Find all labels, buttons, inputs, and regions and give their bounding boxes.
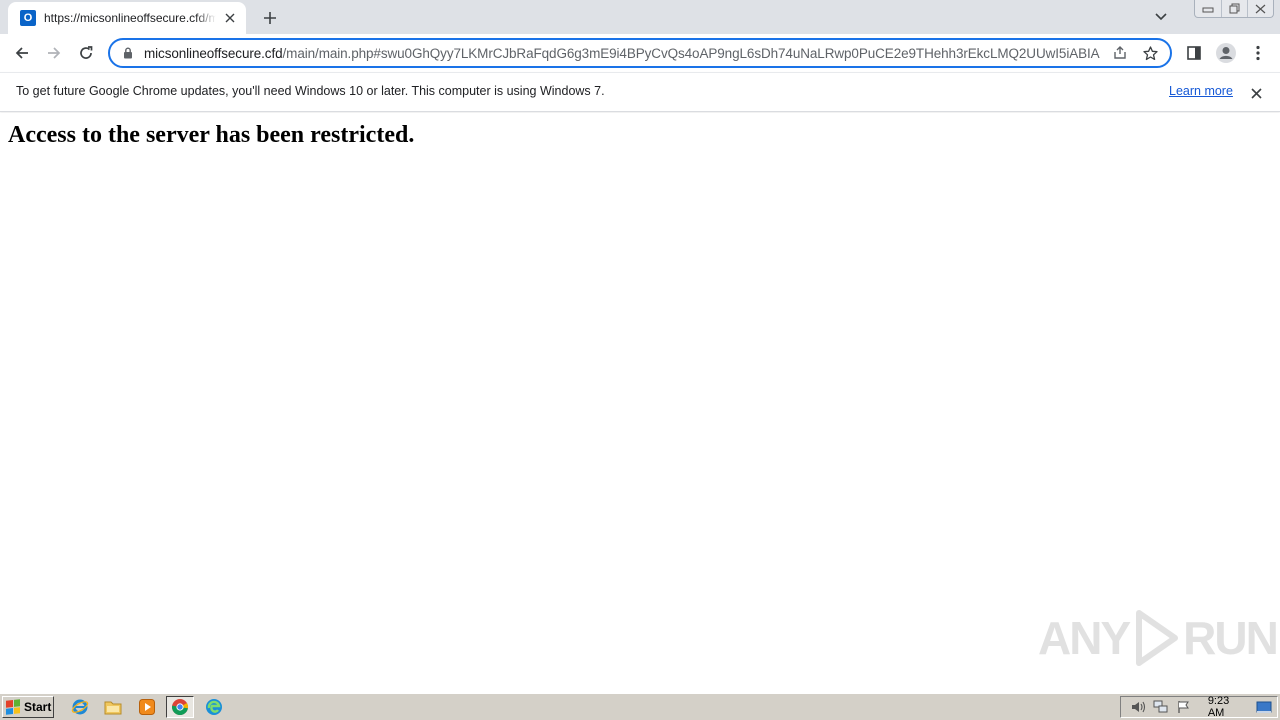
- side-panel-button[interactable]: [1180, 39, 1208, 67]
- play-icon: [1136, 610, 1179, 666]
- window-controls: [1194, 0, 1274, 18]
- taskbar-clock[interactable]: 9:23 AM: [1208, 695, 1246, 719]
- anyrun-watermark: ANY RUN: [1038, 609, 1279, 667]
- start-button[interactable]: Start: [2, 696, 54, 718]
- kebab-menu-icon: [1256, 45, 1260, 61]
- forward-button[interactable]: [40, 39, 68, 67]
- url-host: micsonlineoffsecure.cfd: [144, 45, 283, 61]
- minimize-button[interactable]: [1195, 0, 1221, 17]
- address-bar[interactable]: micsonlineoffsecure.cfd/main/main.php#sw…: [108, 38, 1172, 68]
- show-desktop-icon[interactable]: [1254, 699, 1273, 715]
- minimize-icon: [1202, 7, 1214, 12]
- windows-logo-icon: [6, 699, 20, 715]
- page-content: Access to the server has been restricted…: [0, 113, 1280, 693]
- bookmark-star-icon[interactable]: [1138, 41, 1162, 65]
- tab-search-button[interactable]: [1150, 6, 1172, 28]
- restore-button[interactable]: [1221, 0, 1247, 17]
- close-window-button[interactable]: [1247, 0, 1273, 17]
- tab-strip: O https://micsonlineoffsecure.cfd/main/m…: [0, 0, 1280, 34]
- browser-toolbar: micsonlineoffsecure.cfd/main/main.php#sw…: [0, 34, 1280, 72]
- avatar-icon: [1216, 43, 1236, 63]
- edge-taskbar-button[interactable]: [200, 696, 228, 718]
- system-tray: 9:23 AM: [1120, 695, 1278, 719]
- profile-button[interactable]: [1212, 39, 1240, 67]
- back-button[interactable]: [8, 39, 36, 67]
- new-tab-button[interactable]: [258, 6, 282, 30]
- volume-icon[interactable]: [1129, 699, 1148, 715]
- network-icon[interactable]: [1152, 699, 1171, 715]
- share-icon[interactable]: [1108, 41, 1132, 65]
- infobar-close-icon[interactable]: [1246, 83, 1266, 103]
- action-center-flag-icon[interactable]: [1175, 699, 1194, 715]
- lock-icon[interactable]: [120, 45, 136, 61]
- update-infobar: To get future Google Chrome updates, you…: [0, 72, 1280, 112]
- reload-button[interactable]: [72, 39, 100, 67]
- file-explorer-taskbar-button[interactable]: [99, 696, 127, 718]
- close-icon: [1255, 4, 1266, 13]
- menu-button[interactable]: [1244, 39, 1272, 67]
- watermark-right: RUN: [1183, 612, 1279, 664]
- chrome-taskbar-button[interactable]: [166, 696, 194, 718]
- folder-icon: [104, 701, 122, 715]
- learn-more-link[interactable]: Learn more: [1169, 84, 1233, 98]
- side-panel-icon: [1187, 46, 1201, 60]
- windows-taskbar: Start 9:23 AM: [0, 693, 1280, 720]
- media-player-taskbar-button[interactable]: [133, 696, 161, 718]
- watermark-left: ANY: [1038, 612, 1131, 664]
- chevron-down-icon: [1155, 13, 1167, 21]
- tab-close-icon[interactable]: [222, 10, 238, 26]
- internet-explorer-taskbar-button[interactable]: [66, 696, 94, 718]
- tab-title: https://micsonlineoffsecure.cfd/main/mai…: [44, 11, 216, 25]
- url-text[interactable]: micsonlineoffsecure.cfd/main/main.php#sw…: [144, 46, 1102, 61]
- edge-icon: [206, 699, 222, 715]
- browser-tab-active[interactable]: O https://micsonlineoffsecure.cfd/main/m…: [8, 2, 246, 34]
- chrome-icon: [171, 699, 188, 716]
- media-player-icon: [139, 699, 155, 715]
- plus-icon: [264, 12, 276, 24]
- arrow-left-icon: [15, 47, 28, 59]
- internet-explorer-icon: [71, 699, 89, 715]
- outlook-icon: O: [20, 10, 36, 26]
- reload-icon: [80, 46, 93, 59]
- url-path: /main/main.php#swu0GhQyy7LKMrCJbRaFqdG6g…: [282, 45, 1100, 61]
- arrow-right-icon: [48, 47, 61, 59]
- infobar-message: To get future Google Chrome updates, you…: [16, 84, 605, 98]
- page-heading: Access to the server has been restricted…: [8, 122, 415, 148]
- restore-icon: [1229, 3, 1239, 14]
- start-label: Start: [24, 700, 52, 714]
